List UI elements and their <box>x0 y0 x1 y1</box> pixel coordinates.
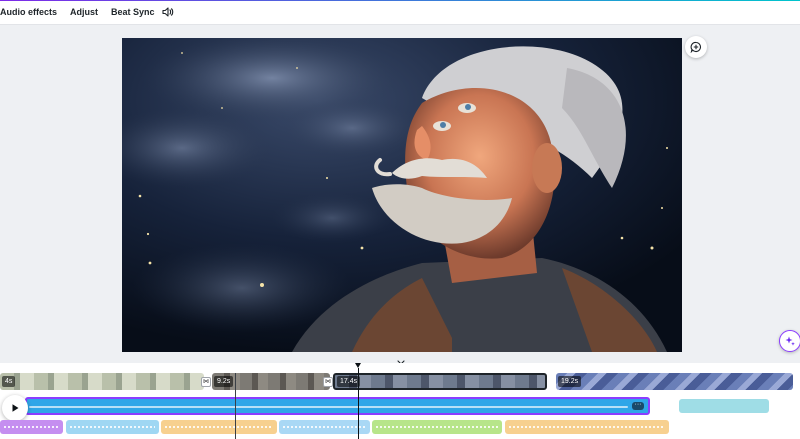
playhead[interactable] <box>358 368 359 439</box>
comment-add-icon <box>690 41 701 53</box>
clip-duration-label: 9.2s <box>214 376 234 387</box>
transition-icon[interactable]: ⋈ <box>323 377 333 387</box>
play-icon <box>12 404 19 412</box>
timeline-panel: 4s 9.2s 17.4s 19.2s ⋈ ⋈ ··· <box>0 363 800 439</box>
transition-icon[interactable]: ⋈ <box>201 377 211 387</box>
audio-effects-button[interactable]: Audio effects <box>0 7 61 17</box>
audio-track[interactable] <box>161 420 277 434</box>
magic-sparkle-icon <box>785 336 795 346</box>
beat-sync-button[interactable]: Beat Sync <box>107 7 159 17</box>
add-comment-button[interactable] <box>685 36 707 58</box>
video-clip[interactable]: 4s <box>0 373 204 390</box>
video-clip-selected[interactable]: 17.4s <box>333 373 547 390</box>
clip-duration-label: 19.2s <box>558 376 582 387</box>
audio-track[interactable] <box>679 399 769 413</box>
audio-track[interactable] <box>279 420 370 434</box>
adjust-button[interactable]: Adjust <box>66 7 102 17</box>
editor-toolbar: Audio effects Adjust Beat Sync <box>0 0 800 25</box>
audio-track[interactable] <box>0 420 63 434</box>
video-clip[interactable]: 19.2s <box>556 373 793 390</box>
audio-track[interactable] <box>372 420 502 434</box>
clip-duration-label: 4s <box>2 376 16 387</box>
design-page-image[interactable] <box>122 38 682 352</box>
magic-assistant-button[interactable] <box>779 330 800 352</box>
hover-time-indicator <box>235 373 236 439</box>
clip-duration-label: 17.4s <box>337 376 361 387</box>
audio-track-selected[interactable]: ··· <box>25 397 650 415</box>
speaker-icon[interactable] <box>161 5 175 19</box>
old-man-starry-sky-artwork <box>122 38 682 352</box>
audio-more-options-button[interactable]: ··· <box>632 401 644 410</box>
audio-track[interactable] <box>66 420 159 434</box>
audio-waveform <box>29 406 628 408</box>
audio-track[interactable] <box>505 420 669 434</box>
video-clip[interactable]: 9.2s <box>212 373 330 390</box>
canvas-stage <box>0 25 800 367</box>
play-button[interactable] <box>2 395 28 421</box>
